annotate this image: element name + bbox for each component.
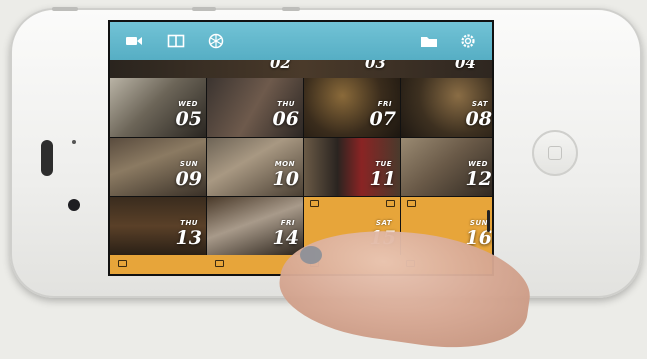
home-square-icon	[548, 146, 562, 160]
calendar-day-cell[interactable]: TUE 11	[304, 138, 400, 196]
film-frame-icon	[118, 260, 127, 267]
calendar-day-cell[interactable]: THU 13	[110, 197, 206, 255]
day-number: 10	[272, 168, 299, 190]
mute-switch	[282, 7, 300, 11]
film-frame-icon	[310, 200, 319, 207]
weekday-label: THU	[277, 100, 295, 108]
video-camera-icon[interactable]	[125, 33, 143, 49]
touch-indicator	[300, 246, 322, 264]
calendar-day-cell[interactable]: FRI 14	[207, 197, 303, 255]
film-frame-icon	[215, 260, 224, 267]
front-camera	[68, 199, 80, 211]
folder-icon[interactable]	[420, 33, 438, 49]
weekday-label: SAT	[471, 100, 488, 108]
day-number: 05	[175, 108, 202, 130]
weekday-label: FRI	[377, 100, 392, 108]
scrollbar[interactable]	[487, 210, 490, 232]
day-number: 07	[369, 108, 396, 130]
weekday-label: THU	[180, 219, 198, 227]
calendar-top-strip: 02 03 04	[110, 60, 492, 78]
weekday-label: SAT	[375, 219, 392, 227]
front-sensor	[72, 140, 76, 144]
day-number: 03	[365, 60, 386, 72]
weekday-label: WED	[178, 100, 198, 108]
weekday-label: SUN	[469, 219, 488, 227]
calendar-day-cell[interactable]: WED 05	[110, 78, 206, 137]
day-number: 06	[272, 108, 299, 130]
split-view-icon[interactable]	[167, 33, 185, 49]
day-number: 14	[272, 227, 299, 249]
calendar-day-cell[interactable]: SAT 08	[401, 78, 492, 137]
gear-icon[interactable]	[459, 33, 477, 49]
day-number: 04	[455, 60, 476, 72]
earpiece-speaker	[41, 140, 53, 176]
weekday-label: WED	[468, 160, 488, 168]
snowflake-icon[interactable]	[207, 33, 225, 49]
day-number: 09	[175, 168, 202, 190]
weekday-label: MON	[274, 160, 295, 168]
film-frame-icon	[386, 200, 395, 207]
volume-button	[52, 7, 78, 11]
film-frame-icon	[407, 200, 416, 207]
day-number: 12	[465, 168, 492, 190]
day-number: 13	[175, 227, 202, 249]
home-button[interactable]	[532, 130, 578, 176]
day-number: 08	[465, 108, 492, 130]
top-toolbar	[110, 22, 492, 60]
day-number: 11	[369, 168, 396, 190]
calendar-day-cell[interactable]: THU 06	[207, 78, 303, 137]
weekday-label: TUE	[375, 160, 392, 168]
calendar-day-cell[interactable]: SUN 09	[110, 138, 206, 196]
volume-button	[192, 7, 216, 11]
calendar-day-cell[interactable]: FRI 07	[304, 78, 400, 137]
calendar-day-cell[interactable]: WED 12	[401, 138, 492, 196]
calendar-day-cell[interactable]: MON 10	[207, 138, 303, 196]
weekday-label: SUN	[179, 160, 198, 168]
day-number: 02	[270, 60, 291, 72]
weekday-label: FRI	[280, 219, 295, 227]
